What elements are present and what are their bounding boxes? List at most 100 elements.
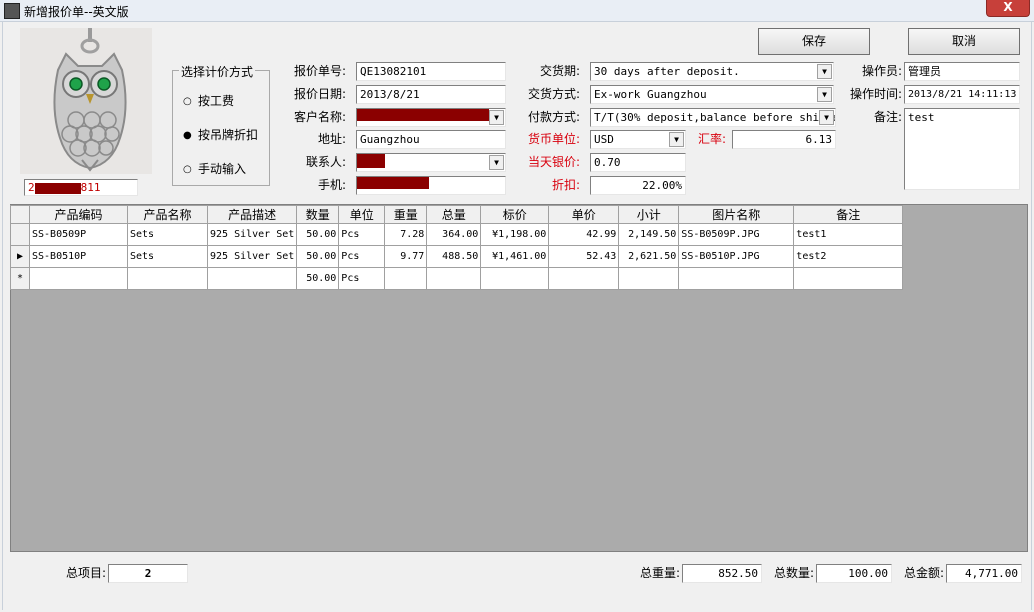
window-title: 新增报价单--英文版: [24, 5, 129, 19]
radio-label: 按吊牌折扣: [198, 128, 259, 142]
payment-value: T/T(30% deposit,balance before shipmen: [594, 111, 836, 124]
cell-unit-price[interactable]: 52.43: [548, 245, 620, 268]
remark-label: 备注:: [873, 110, 902, 124]
address-field[interactable]: Guangzhou: [356, 130, 506, 149]
contact-label: 联系人:: [305, 155, 346, 169]
column-header[interactable]: 总量: [426, 205, 482, 224]
cell-subtotal[interactable]: 2,621.50: [618, 245, 680, 268]
chevron-down-icon[interactable]: ▼: [489, 155, 504, 170]
row-indicator[interactable]: ▶: [10, 245, 30, 268]
cell-image-name[interactable]: SS-B0509P.JPG: [678, 223, 795, 246]
table-row[interactable]: ▶ SS-B0510P Sets 925 Silver Set 50.00 Pc…: [10, 245, 904, 268]
cell-remark[interactable]: [793, 267, 904, 290]
delivery-combo[interactable]: 30 days after deposit. ▼: [590, 62, 834, 81]
cell-quantity[interactable]: 50.00: [296, 245, 340, 268]
address-label: 地址:: [317, 132, 346, 146]
column-header[interactable]: 小计: [618, 205, 680, 224]
radio-labor-fee[interactable]: ○ 按工费: [183, 93, 234, 109]
cell-image-name[interactable]: [678, 267, 795, 290]
rate-field[interactable]: 6.13: [732, 130, 836, 149]
cell-product-name[interactable]: [127, 267, 208, 290]
column-header[interactable]: 单位: [338, 205, 386, 224]
cell-list-price[interactable]: [480, 267, 550, 290]
column-header[interactable]: 图片名称: [678, 205, 795, 224]
silver-price-field[interactable]: 0.70: [590, 153, 686, 172]
column-header[interactable]: 产品名称: [127, 205, 208, 224]
delivery-method-combo[interactable]: Ex-work Guangzhou ▼: [590, 85, 834, 104]
currency-value: USD: [594, 133, 614, 146]
column-header[interactable]: 备注: [793, 205, 904, 224]
product-photo: [20, 28, 152, 174]
cell-quantity[interactable]: 50.00: [296, 267, 340, 290]
total-amount-field: 4,771.00: [946, 564, 1022, 583]
cell-unit[interactable]: Pcs: [338, 223, 386, 246]
product-code-prefix: 2: [28, 181, 35, 194]
currency-combo[interactable]: USD ▼: [590, 130, 686, 149]
contact-combo[interactable]: ▼: [356, 153, 506, 172]
cancel-button[interactable]: 取消: [908, 28, 1020, 55]
table-row-new[interactable]: * 50.00 Pcs: [10, 267, 904, 290]
cell-weight[interactable]: 7.28: [384, 223, 428, 246]
chevron-down-icon[interactable]: ▼: [489, 110, 504, 125]
cell-description[interactable]: [206, 267, 298, 290]
cell-image-name[interactable]: SS-B0510P.JPG: [678, 245, 795, 268]
customer-combo[interactable]: ▼: [356, 108, 506, 127]
chevron-down-icon[interactable]: ▼: [669, 132, 684, 147]
row-indicator[interactable]: [10, 223, 30, 246]
table-row[interactable]: SS-B0509P Sets 925 Silver Set 50.00 Pcs …: [10, 223, 904, 246]
total-weight-field: 852.50: [682, 564, 762, 583]
cell-product-code[interactable]: SS-B0509P: [29, 223, 128, 246]
title-bar: 新增报价单--英文版 X: [0, 0, 1034, 22]
cell-unit[interactable]: Pcs: [338, 267, 386, 290]
cell-unit[interactable]: Pcs: [338, 245, 386, 268]
operator-field[interactable]: 管理员: [904, 62, 1020, 81]
cell-weight[interactable]: 9.77: [384, 245, 428, 268]
cell-list-price[interactable]: ¥1,461.00: [480, 245, 550, 268]
quote-no-field[interactable]: QE13082101: [356, 62, 506, 81]
phone-field[interactable]: [356, 176, 506, 195]
product-code-field[interactable]: 2 811: [24, 179, 138, 196]
column-header[interactable]: 单价: [548, 205, 620, 224]
cell-quantity[interactable]: 50.00: [296, 223, 340, 246]
chevron-down-icon[interactable]: ▼: [817, 64, 832, 79]
redacted-block: [34, 182, 81, 194]
column-header[interactable]: 重量: [384, 205, 428, 224]
radio-tag-discount[interactable]: ● 按吊牌折扣: [183, 127, 258, 143]
column-header[interactable]: 产品描述: [206, 205, 298, 224]
chevron-down-icon[interactable]: ▼: [819, 110, 834, 125]
cell-remark[interactable]: test2: [793, 245, 904, 268]
op-time-field[interactable]: 2013/8/21 14:11:13: [904, 85, 1020, 104]
delivery-method-label: 交货方式:: [527, 87, 580, 101]
remark-textarea[interactable]: test: [904, 108, 1020, 190]
discount-field[interactable]: 22.00%: [590, 176, 686, 195]
cell-subtotal[interactable]: 2,149.50: [618, 223, 680, 246]
close-button[interactable]: X: [986, 0, 1030, 17]
cell-weight[interactable]: [384, 267, 428, 290]
cell-total-weight[interactable]: 488.50: [426, 245, 482, 268]
cell-total-weight[interactable]: [426, 267, 482, 290]
cell-unit-price[interactable]: [548, 267, 620, 290]
cell-product-name[interactable]: Sets: [127, 245, 208, 268]
pricing-method-title: 选择计价方式: [179, 63, 256, 80]
cell-list-price[interactable]: ¥1,198.00: [480, 223, 550, 246]
save-button[interactable]: 保存: [758, 28, 870, 55]
cell-product-code[interactable]: SS-B0510P: [29, 245, 128, 268]
cell-product-code[interactable]: [29, 267, 128, 290]
column-header[interactable]: 产品编码: [29, 205, 128, 224]
quote-date-field[interactable]: 2013/8/21: [356, 85, 506, 104]
cell-product-name[interactable]: Sets: [127, 223, 208, 246]
cell-remark[interactable]: test1: [793, 223, 904, 246]
chevron-down-icon[interactable]: ▼: [817, 87, 832, 102]
cell-unit-price[interactable]: 42.99: [548, 223, 620, 246]
cell-description[interactable]: 925 Silver Set: [206, 223, 298, 246]
cell-subtotal[interactable]: [618, 267, 680, 290]
radio-manual-input[interactable]: ○ 手动输入: [183, 161, 246, 177]
column-header[interactable]: 数量: [296, 205, 340, 224]
cell-description[interactable]: 925 Silver Set: [206, 245, 298, 268]
radio-label: 手动输入: [198, 162, 247, 176]
app-icon: [4, 3, 20, 19]
payment-combo[interactable]: T/T(30% deposit,balance before shipmen ▼: [590, 108, 836, 127]
column-header[interactable]: 标价: [480, 205, 550, 224]
cell-total-weight[interactable]: 364.00: [426, 223, 482, 246]
row-indicator[interactable]: *: [10, 267, 30, 290]
